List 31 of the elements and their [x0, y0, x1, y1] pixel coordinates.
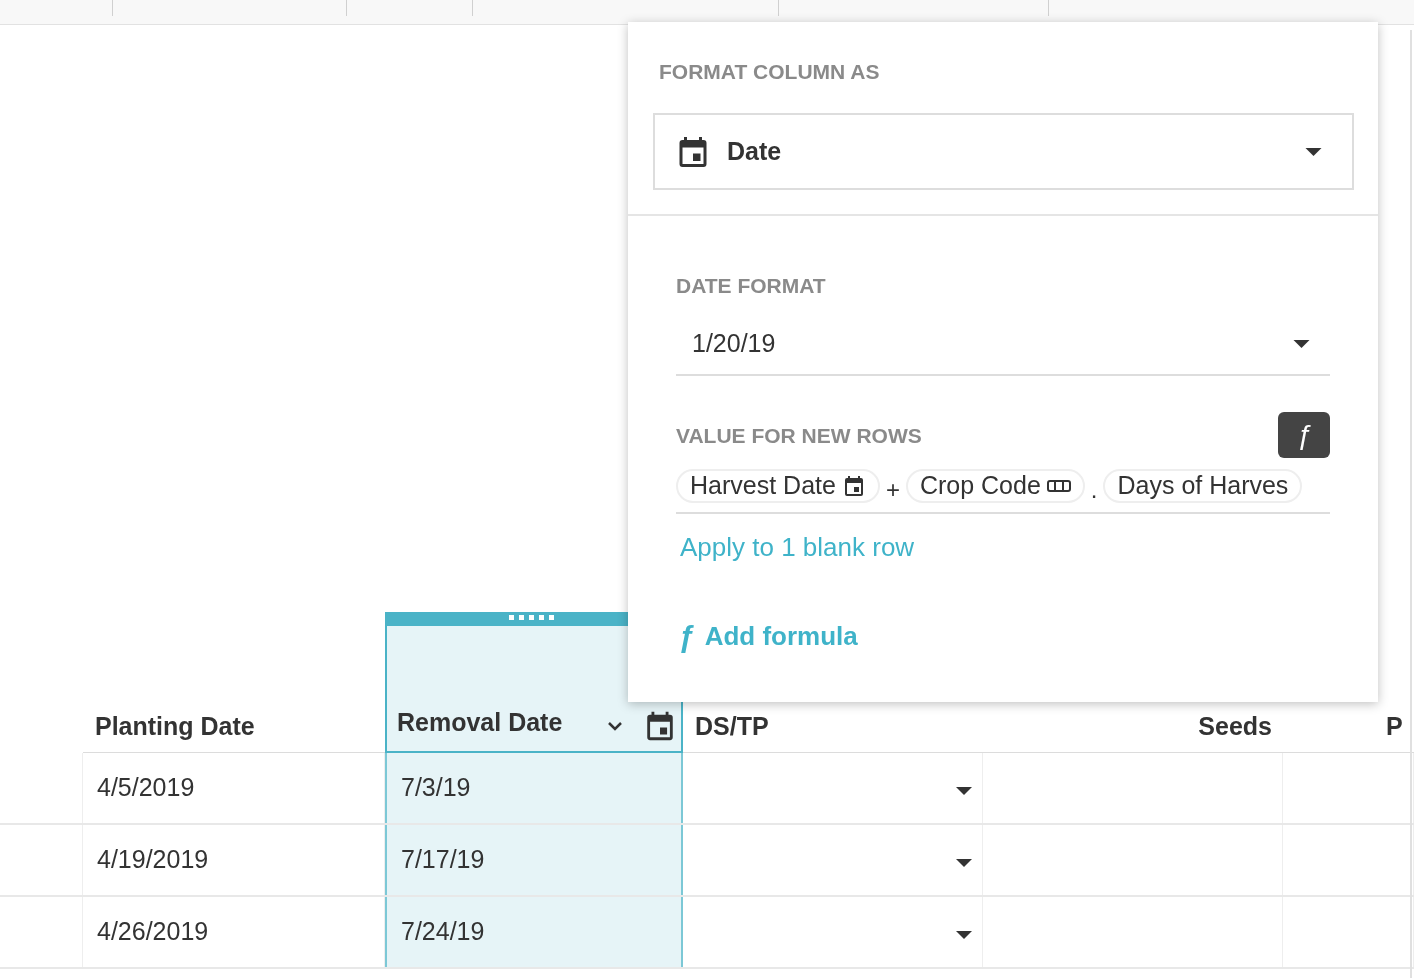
- dropdown-caret-icon[interactable]: [956, 787, 972, 795]
- column-label[interactable]: Seeds: [1198, 707, 1272, 746]
- formula-operator: .: [1090, 475, 1098, 505]
- column-label[interactable]: Planting Date: [95, 707, 255, 746]
- format-select[interactable]: Date: [653, 113, 1354, 190]
- table-cell-text: 4/5/2019: [97, 772, 195, 804]
- table-cell-text: 4/26/2019: [97, 916, 209, 948]
- formula-token[interactable]: Crop Code: [905, 469, 1085, 503]
- date-format-select[interactable]: 1/20/19: [676, 314, 1330, 376]
- table-cell-text: 4/19/2019: [97, 844, 209, 876]
- drag-handle-icon[interactable]: [509, 615, 557, 621]
- dropdown-caret-icon[interactable]: [956, 931, 972, 939]
- dropdown-caret-icon: [1293, 340, 1310, 348]
- column-label: Removal Date: [397, 706, 564, 738]
- table-cell-text: 7/3/19: [401, 772, 471, 804]
- formula-token[interactable]: Harvest Date: [676, 469, 880, 503]
- column-label[interactable]: DS/TP: [695, 707, 769, 746]
- table-cell-text: 7/24/19: [401, 916, 485, 948]
- column-label[interactable]: P: [1386, 707, 1403, 746]
- table-cell-text: 7/17/19: [401, 844, 485, 876]
- section-heading: FORMAT COLUMN AS: [659, 59, 880, 85]
- formula-token[interactable]: Days of Harves: [1103, 469, 1303, 503]
- dropdown-caret-icon: [1305, 147, 1322, 156]
- formula-operator: +: [885, 475, 900, 505]
- field-label: DATE FORMAT: [676, 273, 826, 299]
- formula-button[interactable]: ƒ: [1278, 412, 1330, 458]
- formula-field[interactable]: Harvest Date + Crop Code . Days of Harves: [676, 460, 1330, 514]
- text-field-icon: [1046, 480, 1071, 492]
- chevron-down-icon[interactable]: [607, 721, 623, 731]
- dropdown-caret-icon[interactable]: [956, 859, 972, 867]
- field-label: VALUE FOR NEW ROWS: [676, 423, 922, 449]
